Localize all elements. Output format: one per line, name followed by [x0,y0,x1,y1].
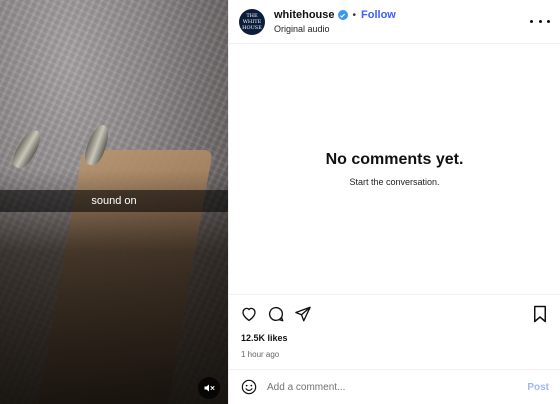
post-viewer: sound on THE WHITE HOUSE whitehouse • Fo… [0,0,560,404]
more-options-button[interactable] [530,15,550,29]
comment-input[interactable]: Add a comment... [267,382,527,393]
more-dot-icon [530,20,533,23]
post-timestamp[interactable]: 1 hour ago [229,350,560,362]
likes-count[interactable]: 12.5K likes [229,333,560,346]
emoji-button[interactable] [240,378,258,396]
speaker-muted-icon [204,384,215,392]
post-comment-button[interactable]: Post [527,382,549,393]
more-dot-icon [538,20,542,23]
post-header: THE WHITE HOUSE whitehouse • Follow Orig… [229,0,560,44]
bookmark-icon [534,305,546,323]
comment-composer: Add a comment... Post [229,369,560,404]
share-button[interactable] [292,303,314,325]
like-button[interactable] [238,303,260,325]
action-bar [229,295,560,333]
heart-icon [242,307,256,322]
avatar[interactable]: THE WHITE HOUSE [239,8,265,35]
avatar-text: THE WHITE HOUSE [242,12,262,31]
username[interactable]: whitehouse [274,9,335,21]
more-dot-icon [547,20,550,23]
separator: • [352,9,357,21]
empty-comments-subtitle: Start the conversation. [349,177,440,187]
empty-comments-title: No comments yet. [325,151,464,168]
post-panel: THE WHITE HOUSE whitehouse • Follow Orig… [228,0,560,404]
emoji-icon [241,379,257,395]
comments-area: No comments yet. Start the conversation. [229,44,560,295]
audio-label[interactable]: Original audio [274,24,396,34]
verified-badge-icon [337,10,348,20]
share-icon [295,306,311,322]
follow-button[interactable]: Follow [361,9,396,21]
comment-icon [268,306,284,322]
mute-button[interactable] [198,377,220,399]
sound-on-banner[interactable]: sound on [0,190,228,212]
save-button[interactable] [529,303,551,325]
comment-button[interactable] [265,303,287,325]
video-player[interactable]: sound on [0,0,228,404]
